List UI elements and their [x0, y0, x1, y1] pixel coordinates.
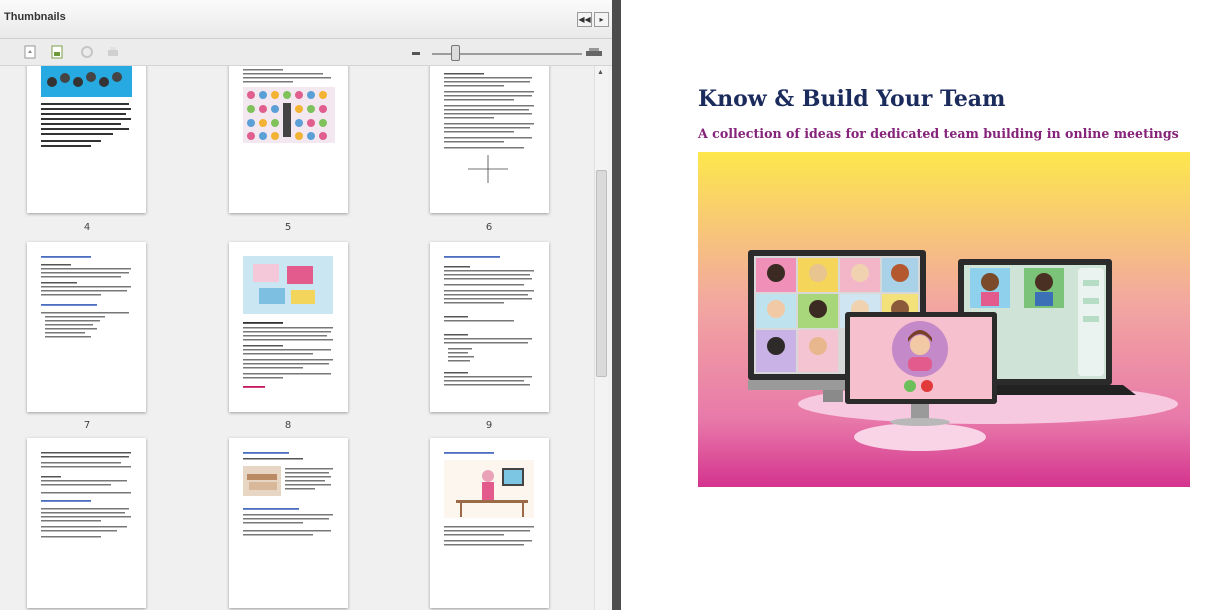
page-thumbnail-5[interactable] — [229, 66, 348, 213]
thumb-image-desk-worker — [444, 452, 534, 546]
page-number-label: 8 — [284, 420, 292, 431]
close-pane-button[interactable]: ▸ — [594, 12, 609, 27]
zoom-slider-thumb[interactable] — [451, 45, 460, 61]
thumb-text-page — [41, 452, 131, 538]
thumb-image-avatars-grid — [243, 69, 335, 143]
thumb-image-meeting-photo — [243, 452, 333, 536]
page-number-label: 7 — [83, 420, 91, 431]
rotate-icon[interactable] — [79, 44, 95, 60]
document-title: Know & Build Your Team — [698, 86, 1006, 112]
page-thumbnail-4[interactable] — [27, 66, 146, 213]
page-number-label: 9 — [485, 420, 493, 431]
zoom-in-icon[interactable] — [585, 46, 603, 58]
page-number-label: 4 — [83, 222, 91, 233]
pane-title: Thumbnails — [4, 11, 66, 23]
pane-header: Thumbnails ◀◀ ▸ — [0, 0, 612, 39]
page-thumbnail-11[interactable] — [229, 438, 348, 608]
page-thumbnail-6[interactable] — [430, 66, 549, 213]
scroll-up-arrow-icon[interactable]: ▲ — [597, 69, 604, 76]
zoom-out-icon[interactable] — [410, 47, 422, 57]
pane-splitter[interactable] — [612, 0, 621, 610]
page-options-icon[interactable] — [49, 44, 65, 60]
page-number-label: 6 — [485, 222, 493, 233]
page-thumbnail-7[interactable] — [27, 242, 146, 412]
page-thumbnail-10[interactable] — [27, 438, 146, 608]
page-thumbnail-8[interactable] — [229, 242, 348, 412]
thumb-text-page — [41, 256, 131, 338]
scrollbar-thumb[interactable] — [596, 170, 607, 377]
document-page-view: Know & Build Your Team A collection of i… — [621, 0, 1205, 610]
thumbnails-pane: Thumbnails ◀◀ ▸ 4 5 6 7 8 9 ▲ — [0, 0, 612, 610]
thumb-text-page — [444, 256, 534, 386]
page-number-label: 5 — [284, 222, 292, 233]
hero-image-video-conference — [698, 152, 1190, 487]
page-thumbnail-9[interactable] — [430, 242, 549, 412]
document-subtitle: A collection of ideas for dedicated team… — [698, 126, 1179, 141]
print-icon[interactable] — [105, 44, 121, 60]
page-thumbnail-12[interactable] — [430, 438, 549, 608]
thumb-image-team-faces — [41, 66, 132, 147]
thumb-image-axis-diagram — [444, 73, 534, 183]
collapse-pane-button[interactable]: ◀◀ — [577, 12, 592, 27]
thumbnails-grid: 4 5 6 7 8 9 — [0, 66, 594, 610]
prev-page-icon[interactable] — [22, 44, 38, 60]
thumb-image-video-call — [243, 256, 333, 388]
